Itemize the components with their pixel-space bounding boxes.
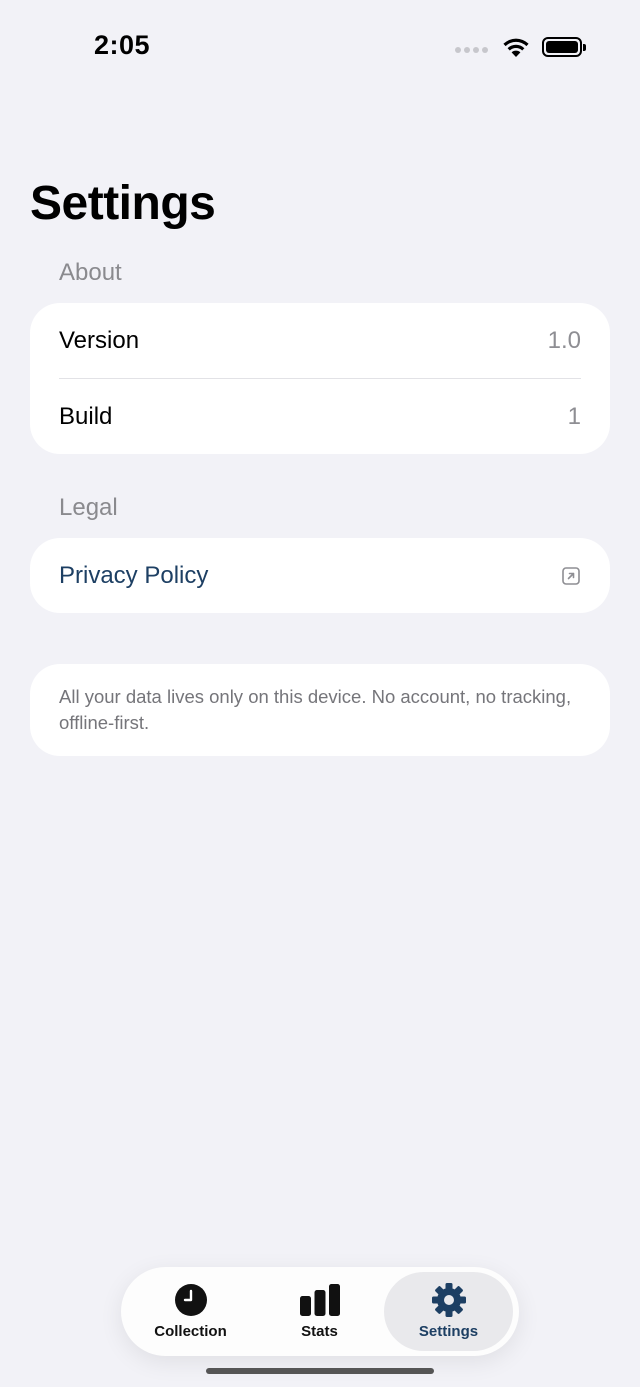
- gear-icon: [431, 1283, 466, 1317]
- home-indicator: [206, 1368, 434, 1374]
- wifi-icon: [503, 38, 529, 57]
- tab-bar: Collection Stats Settings: [121, 1267, 519, 1356]
- build-label: Build: [59, 402, 113, 430]
- external-link-icon: [562, 566, 580, 585]
- about-card: Version 1.0 Build 1: [30, 303, 610, 454]
- page-title: Settings: [30, 177, 216, 230]
- clock-icon: [174, 1284, 207, 1316]
- cellular-signal-icon: [455, 47, 488, 53]
- section-header-about: About: [59, 259, 122, 286]
- privacy-note-text: All your data lives only on this device.…: [59, 686, 572, 733]
- version-row: Version 1.0: [30, 303, 610, 378]
- status-time: 2:05: [94, 30, 151, 60]
- tab-settings[interactable]: Settings: [384, 1272, 513, 1351]
- privacy-policy-row[interactable]: Privacy Policy: [30, 538, 610, 613]
- privacy-policy-label: Privacy Policy: [59, 561, 209, 589]
- settings-screen: 2:05 Settings About Version 1.0 Build 1 …: [0, 0, 640, 1387]
- tab-collection-label: Collection: [154, 1323, 227, 1340]
- tab-collection[interactable]: Collection: [126, 1272, 255, 1351]
- version-label: Version: [59, 326, 140, 354]
- tab-stats[interactable]: Stats: [255, 1272, 384, 1351]
- section-header-legal: Legal: [59, 494, 118, 521]
- build-value: 1: [567, 402, 581, 430]
- tab-stats-label: Stats: [301, 1323, 338, 1340]
- privacy-note-card: All your data lives only on this device.…: [30, 664, 610, 756]
- status-indicators: [455, 34, 586, 60]
- legal-card: Privacy Policy: [30, 538, 610, 613]
- bar-chart-icon: [299, 1284, 340, 1316]
- tab-settings-label: Settings: [418, 1323, 479, 1340]
- battery-icon: [542, 37, 586, 57]
- build-row: Build 1: [30, 379, 610, 454]
- version-value: 1.0: [547, 326, 581, 354]
